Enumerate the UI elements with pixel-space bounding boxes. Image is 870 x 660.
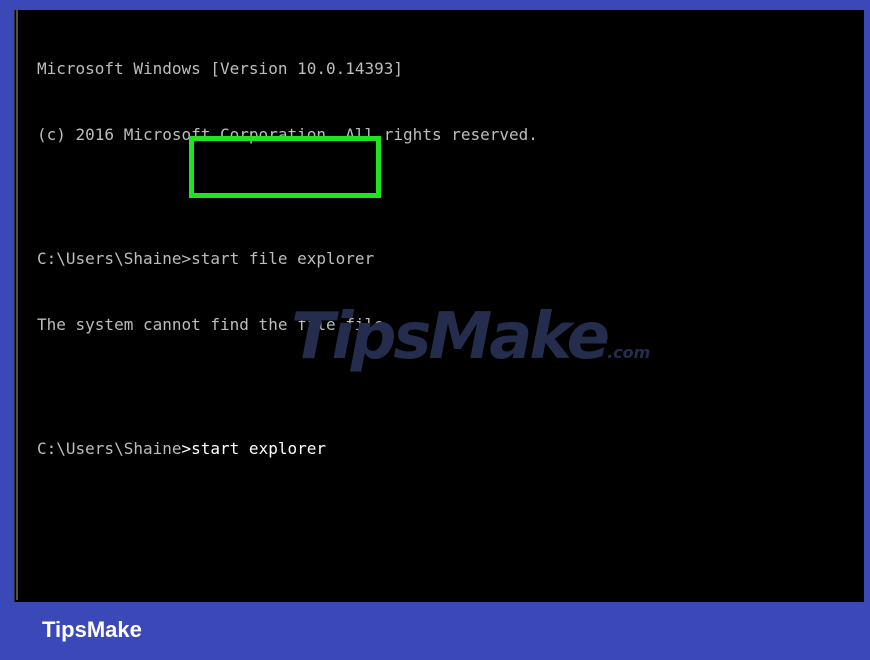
command-highlight-box (189, 136, 381, 198)
console-line: C:\Users\Shaine>start file explorer (37, 249, 375, 268)
tutorial-frame: Microsoft Windows [Version 10.0.14393] (… (0, 0, 870, 660)
command-prompt-window[interactable]: Microsoft Windows [Version 10.0.14393] (… (14, 10, 864, 602)
footer-bar: TipsMake (0, 602, 870, 660)
command-input[interactable]: >start explorer (182, 439, 327, 458)
console-prompt: C:\Users\Shaine (37, 439, 182, 458)
console-output: Microsoft Windows [Version 10.0.14393] (… (37, 14, 538, 504)
watermark-logo: TipsMake.com (291, 300, 651, 374)
console-line: Microsoft Windows [Version 10.0.14393] (37, 59, 404, 78)
console-border (16, 10, 18, 600)
footer-brand: TipsMake (42, 617, 142, 642)
console-prompt-line: C:\Users\Shaine>start explorer (37, 438, 538, 460)
